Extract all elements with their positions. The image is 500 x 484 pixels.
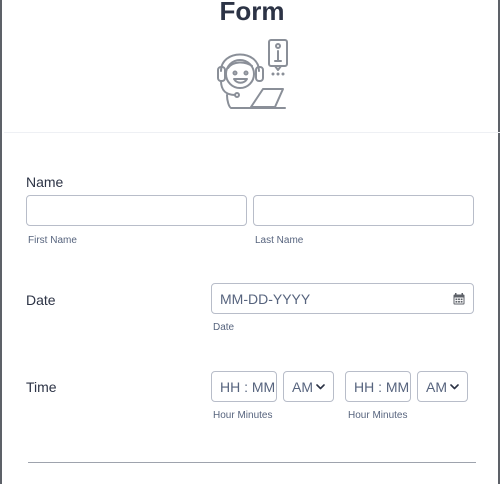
end-ampm-value: AM bbox=[426, 379, 447, 395]
start-time-placeholder: HH : MM bbox=[220, 379, 276, 395]
start-ampm-value: AM bbox=[292, 379, 313, 395]
date-placeholder: MM-DD-YYYY bbox=[220, 291, 311, 307]
chevron-down-icon bbox=[316, 384, 325, 390]
start-time-input[interactable]: HH : MM bbox=[211, 371, 277, 402]
end-ampm-select[interactable]: AM bbox=[417, 371, 468, 402]
chevron-down-icon bbox=[450, 384, 459, 390]
end-time-placeholder: HH : MM bbox=[354, 379, 410, 395]
calendar-icon[interactable] bbox=[453, 293, 465, 305]
first-name-input[interactable] bbox=[26, 195, 247, 226]
support-agent-icon bbox=[217, 39, 288, 109]
date-sublabel: Date bbox=[213, 322, 235, 333]
first-name-sublabel: First Name bbox=[28, 235, 77, 246]
date-label: Date bbox=[26, 292, 56, 308]
date-input[interactable]: MM-DD-YYYY bbox=[211, 283, 474, 314]
form-title: Form bbox=[219, 0, 285, 26]
section-divider bbox=[28, 462, 476, 463]
time-label: Time bbox=[26, 379, 57, 395]
start-ampm-select[interactable]: AM bbox=[283, 371, 334, 402]
last-name-input[interactable] bbox=[253, 195, 474, 226]
end-time-sublabel: Hour Minutes bbox=[348, 410, 408, 421]
name-label: Name bbox=[26, 174, 64, 190]
last-name-sublabel: Last Name bbox=[255, 235, 304, 246]
start-time-sublabel: Hour Minutes bbox=[213, 410, 273, 421]
form-frame: Form Name First Name Last Name Date MM-D… bbox=[0, 0, 500, 484]
end-time-input[interactable]: HH : MM bbox=[345, 371, 411, 402]
form-header: Form bbox=[4, 0, 500, 133]
